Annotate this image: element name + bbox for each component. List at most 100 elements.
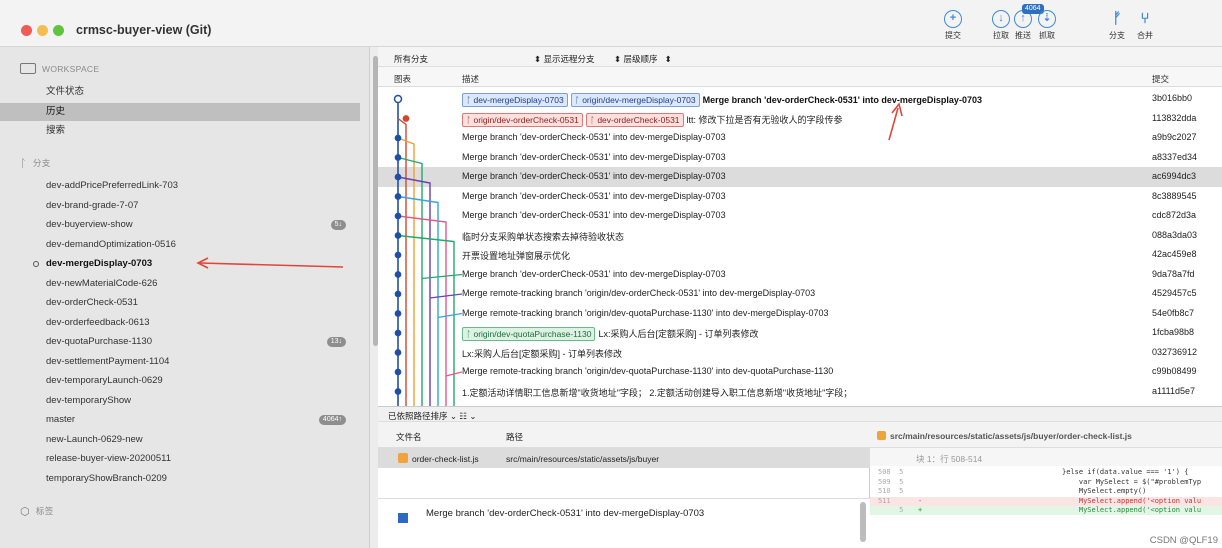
toolbar-fetch-button[interactable]: ⇣ 抓取 <box>1030 10 1064 41</box>
commit-node <box>394 154 402 161</box>
commit-message: Merge branch 'dev-orderCheck-0531' into … <box>462 132 726 142</box>
sidebar-branch-item[interactable]: dev-settlementPayment-1104 <box>0 353 360 371</box>
sidebar-branch-item[interactable]: dev-quotaPurchase-1130 13↓ <box>0 333 360 351</box>
col-file-path[interactable]: 路径 <box>506 431 523 443</box>
sidebar-item-history[interactable]: 历史 <box>0 103 360 121</box>
commit-message: Merge remote-tracking branch 'origin/dev… <box>462 366 834 376</box>
diff-line-num: 510 5 <box>878 487 904 495</box>
commit-row[interactable]: Merge branch 'dev-orderCheck-0531' into … <box>378 187 1222 207</box>
sidebar-branch-item[interactable]: new-Launch-0629-new <box>0 431 360 449</box>
commit-row[interactable]: Merge branch 'dev-orderCheck-0531' into … <box>378 128 1222 148</box>
commit-row[interactable]: 开票设置地址弹窗展示优化 42ac459e8 <box>378 245 1222 265</box>
commit-row[interactable]: ᛚ origin/dev-quotaPurchase-1130 Lx:采购人后台[… <box>378 323 1222 343</box>
commit-hash: 42ac459e8 <box>1152 249 1197 259</box>
column-header: 图表 描述 提交 <box>378 67 1222 87</box>
sort-bar[interactable]: 已依照路径排序 ⌄ ☷ ⌄ <box>378 406 1222 422</box>
commit-description: Merge branch 'dev-orderCheck-0531' into … <box>462 191 726 201</box>
diff-hunk-header: 块 1：行 508-514 <box>870 448 1222 466</box>
commit-row[interactable]: 1.定额活动详情职工信息新增"收货地址"字段； 2.定额活动创建导入职工信息新增… <box>378 382 1222 402</box>
tags-header[interactable]: ⬡ 标签 <box>20 505 54 518</box>
branch-tag-label[interactable]: ᛚ dev-mergeDisplay-0703 <box>462 93 568 107</box>
diff-line: 511 - MySelect.append('<option valu <box>870 496 1222 506</box>
toolbar-merge-button[interactable]: ⑂ 合并 <box>1128 10 1162 41</box>
commit-description: Merge remote-tracking branch 'origin/dev… <box>462 308 828 318</box>
order-select[interactable]: ⬍ 层级顺序 ⬍ <box>614 53 672 65</box>
commit-hash: ac6994dc3 <box>1152 171 1197 181</box>
commit-row[interactable]: 临时分支采购单状态搜索去掉待验收状态 088a3da03 <box>378 226 1222 246</box>
branch-tag-label[interactable]: ᛚ origin/dev-mergeDisplay-0703 <box>570 93 700 107</box>
files-pane: 文件名 路径 order-check-list.js src/main/reso… <box>378 422 870 548</box>
sidebar-branch-item[interactable]: dev-buyerview-show 5↓ <box>0 216 360 234</box>
branch-name: dev-orderfeedback-0613 <box>46 316 150 328</box>
commit-row[interactable]: Lx:采购人后台[定额采购] - 订单列表修改 032736912 <box>378 343 1222 363</box>
sidebar-branch-item[interactable]: dev-demandOptimization-0516 <box>0 236 360 254</box>
commit-row[interactable]: Merge branch 'dev-orderCheck-0531' into … <box>378 206 1222 226</box>
minimize-window-button[interactable] <box>37 25 48 36</box>
col-graph[interactable]: 图表 <box>394 73 411 85</box>
col-file-name[interactable]: 文件名 <box>396 431 422 443</box>
detail-scrollbar[interactable] <box>860 502 866 542</box>
commit-hash: 8c3889545 <box>1152 190 1197 201</box>
col-commit[interactable]: 提交 <box>1152 73 1169 85</box>
branch-name: dev-temporaryLaunch-0629 <box>46 375 163 386</box>
commit-message: Lx:采购人后台[定额采购] - 订单列表修改 <box>462 348 623 359</box>
commit-row[interactable]: Merge remote-tracking branch 'origin/dev… <box>378 362 1222 382</box>
close-window-button[interactable] <box>21 25 32 36</box>
commit-hash: a1111d5e7 <box>1152 385 1196 396</box>
all-branches-select[interactable]: 所有分支 <box>394 53 428 65</box>
commit-row[interactable]: Merge remote-tracking branch 'origin/dev… <box>378 304 1222 324</box>
branches-header[interactable]: ᛚ 分支 <box>20 157 51 170</box>
fetch-icon: ⇣ <box>1038 10 1056 28</box>
sidebar-branch-item[interactable]: dev-orderCheck-0531 <box>0 294 360 312</box>
commit-message: 开票设置地址弹窗展示优化 <box>462 251 571 261</box>
diff-line-num: 508 5 <box>878 468 904 476</box>
commit-description: Merge remote-tracking branch 'origin/dev… <box>462 288 815 298</box>
sidebar-branch-item[interactable]: dev-orderfeedback-0613 <box>0 314 360 332</box>
sidebar-branch-item[interactable]: dev-brand-grade-7-07 <box>0 197 360 215</box>
diff-line: 510 5 MySelect.empty() <box>870 487 1222 496</box>
commit-row[interactable]: Merge branch 'dev-orderCheck-0531' into … <box>378 167 1222 187</box>
sidebar-branch-item[interactable]: dev-newMaterialCode-626 <box>0 275 360 293</box>
sidebar-item-search[interactable]: 搜索 <box>0 122 360 140</box>
sidebar-branch-item[interactable]: master 4064↑ <box>0 411 360 429</box>
branch-name: dev-mergeDisplay-0703 <box>46 258 153 269</box>
sidebar-branch-item[interactable]: dev-temporaryShow <box>0 392 360 410</box>
zoom-window-button[interactable] <box>53 25 64 36</box>
diff-line: 5 + MySelect.append('<option valu <box>870 506 1222 515</box>
branch-name: dev-temporaryShow <box>46 394 132 406</box>
branch-name: dev-demandOptimization-0516 <box>46 238 176 250</box>
file-row[interactable]: order-check-list.js src/main/resources/s… <box>378 448 870 468</box>
commit-row[interactable]: ᛚ origin/dev-orderCheck-0531 ᛚ dev-orderC… <box>378 109 1222 129</box>
show-remote-select[interactable]: ⬍ 显示远程分支 <box>534 53 595 65</box>
toolbar-label: 抓取 <box>1039 31 1055 40</box>
commit-row[interactable]: Merge branch 'dev-orderCheck-0531' into … <box>378 148 1222 168</box>
toolbar-plus-circle-button[interactable]: + 提交 <box>936 10 970 41</box>
commit-row[interactable]: Merge remote-tracking branch 'origin/dev… <box>378 284 1222 304</box>
sidebar-branch-item[interactable]: dev-mergeDisplay-0703 <box>0 255 360 273</box>
branch-tag-label[interactable]: ᛚ origin/dev-orderCheck-0531 <box>462 112 583 127</box>
diff-file-path: src/main/resources/static/assets/js/buye… <box>890 431 1132 441</box>
commit-node <box>394 329 402 337</box>
commit-hash: 9da78a7fd <box>1152 268 1195 279</box>
sidebar-branch-item[interactable]: dev-temporaryLaunch-0629 <box>0 372 360 390</box>
sidebar-branch-item[interactable]: release-buyer-view-20200511 <box>0 450 360 468</box>
commit-node <box>394 349 402 356</box>
col-description[interactable]: 描述 <box>462 73 479 85</box>
sort-by-path-select[interactable]: 已依照路径排序 ⌄ ☷ ⌄ <box>388 410 476 422</box>
toolbar-label: 提交 <box>945 31 961 40</box>
branch-name: dev-quotaPurchase-1130 <box>46 336 152 347</box>
commit-row[interactable]: ᛚ dev-mergeDisplay-0703 ᛚ origin/dev-merg… <box>378 89 1222 109</box>
sidebar-branch-item[interactable]: dev-addPricePreferredLink-703 <box>0 177 360 195</box>
commit-node <box>393 94 403 104</box>
commit-message: Merge branch 'dev-orderCheck-0531' into … <box>462 210 726 220</box>
branch-tag-label[interactable]: ᛚ origin/dev-quotaPurchase-1130 <box>462 327 596 341</box>
sidebar-branch-item[interactable]: temporaryShowBranch-0209 <box>0 470 360 488</box>
commit-description: ᛚ dev-mergeDisplay-0703 ᛚ origin/dev-merg… <box>462 93 982 107</box>
commit-node <box>394 193 402 200</box>
diff-line-code: MySelect.append('<option valu <box>1062 506 1202 514</box>
branch-tag-label[interactable]: ᛚ dev-orderCheck-0531 <box>585 112 684 127</box>
branch-ahead-behind-badge: 13↓ <box>326 337 346 347</box>
sidebar-item-file-status[interactable]: 文件状态 <box>0 83 360 101</box>
tag-icon: ⬡ <box>20 506 30 518</box>
commit-row[interactable]: Merge branch 'dev-orderCheck-0531' into … <box>378 265 1222 285</box>
